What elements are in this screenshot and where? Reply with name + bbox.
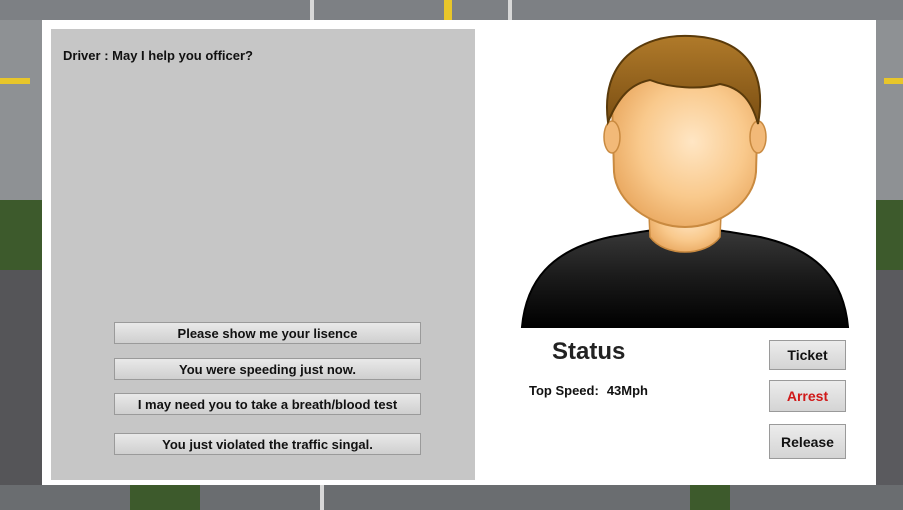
top-speed-label: Top Speed: [529,383,599,398]
ticket-button[interactable]: Ticket [769,340,846,370]
option-speeding-button[interactable]: You were speeding just now. [114,358,421,380]
release-button[interactable]: Release [769,424,846,459]
top-speed-readout: Top Speed: 43Mph [529,383,648,398]
option-breath-test-button[interactable]: I may need you to take a breath/blood te… [114,393,421,415]
driver-dialog-text: Driver : May I help you officer? [63,48,253,63]
status-title: Status [552,338,626,365]
arrest-button[interactable]: Arrest [769,380,846,412]
traffic-stop-panel: Driver : May I help you officer? Please … [42,20,876,485]
top-speed-value: 43Mph [606,383,648,398]
option-show-license-button[interactable]: Please show me your lisence [114,322,421,344]
driver-portrait-icon [520,34,850,328]
dialog-box: Driver : May I help you officer? Please … [51,29,475,480]
option-traffic-signal-button[interactable]: You just violated the traffic singal. [114,433,421,455]
